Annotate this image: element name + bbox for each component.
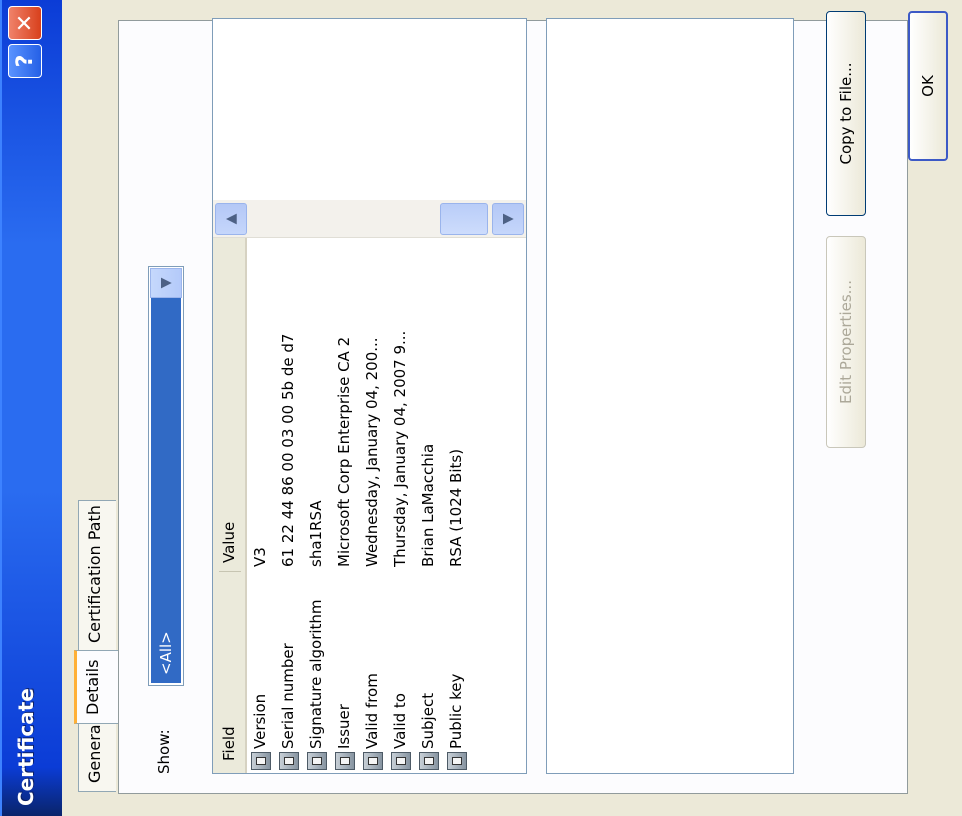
copy-to-file-button[interactable]: Copy to File... [826,11,866,216]
certificate-field-icon [363,752,383,770]
column-header-field[interactable]: Field [220,726,238,761]
field-value: RSA (1024 Bits) [447,448,465,567]
field-value: Brian LaMacchia [419,443,437,567]
certificate-dialog: Certificate ? ✕ General Details Certific… [0,0,962,816]
list-item[interactable]: Signature algorithm sha1RSA [303,238,331,773]
column-divider[interactable] [219,571,241,572]
close-icon: ✕ [12,13,38,33]
window-title: Certificate [14,688,38,806]
show-selected-value: <All> [151,297,181,683]
list-item[interactable]: Valid from Wednesday, January 04, 200... [359,238,387,773]
tab-general-label: General [85,719,104,783]
field-name: Serial number [279,643,297,749]
field-value: sha1RSA [307,500,325,567]
certificate-field-icon [335,752,355,770]
copy-to-file-label: Copy to File... [837,62,855,165]
field-name: Version [251,693,269,749]
horizontal-scrollbar[interactable]: ▲ ▼ [213,200,526,238]
help-icon: ? [12,54,38,68]
field-name: Subject [419,692,437,749]
show-label: Show: [155,729,173,774]
list-item[interactable]: Public key RSA (1024 Bits) [443,238,471,773]
tab-details[interactable]: Details [74,650,118,724]
field-name: Valid to [391,693,409,749]
tab-details-label: Details [83,659,102,715]
certificate-field-icon [419,752,439,770]
chevron-down-icon[interactable]: ▼ [150,268,182,298]
field-name: Valid from [363,673,381,749]
tab-general[interactable]: General [78,719,116,792]
list-item[interactable]: Subject Brian LaMacchia [415,238,443,773]
field-value: V3 [251,547,269,567]
tab-certification-path-label: Certification Path [85,505,104,643]
close-button[interactable]: ✕ [8,6,42,40]
list-item[interactable]: Issuer Microsoft Corp Enterprise CA 2 [331,238,359,773]
field-name: Issuer [335,704,353,749]
certificate-field-icon [251,752,271,770]
show-dropdown[interactable]: <All> ▼ [148,266,184,686]
chevron-right-icon: ▲ [223,213,239,225]
list-rows: Version V3 Serial number 61 22 44 86 00 … [247,238,471,773]
column-header-value[interactable]: Value [220,522,238,563]
field-name: Signature algorithm [307,599,325,749]
ok-button[interactable]: OK [908,11,948,161]
ok-label: OK [919,75,937,97]
scroll-right-button[interactable]: ▲ [215,203,247,235]
list-item[interactable]: Version V3 [247,238,275,773]
chevron-left-icon: ▼ [500,213,516,225]
scrollbar-thumb[interactable] [440,203,488,235]
edit-properties-label: Edit Properties... [837,280,855,404]
certificate-field-icon [279,752,299,770]
certificate-field-icon [391,752,411,770]
list-item[interactable]: Valid to Thursday, January 04, 2007 9... [387,238,415,773]
list-header: Field Value [213,238,247,773]
field-value: Thursday, January 04, 2007 9... [391,330,409,567]
edit-properties-button[interactable]: Edit Properties... [826,236,866,448]
tab-certification-path[interactable]: Certification Path [78,500,116,652]
help-button[interactable]: ? [8,44,42,78]
scroll-left-button[interactable]: ▼ [492,203,524,235]
certificate-field-icon [447,752,467,770]
list-item[interactable]: Serial number 61 22 44 86 00 03 00 5b de… [275,238,303,773]
certificate-field-icon [307,752,327,770]
title-bar[interactable]: Certificate ? ✕ [0,0,62,816]
tab-strip: General Details Certification Path [74,0,120,816]
field-detail-textbox[interactable] [546,18,794,774]
field-value: Microsoft Corp Enterprise CA 2 [335,336,353,567]
field-name: Public key [447,673,465,749]
field-list[interactable]: Field Value Version V3 Serial number 61 … [212,18,527,774]
field-value: 61 22 44 86 00 03 00 5b de d7 [279,333,297,567]
field-value: Wednesday, January 04, 200... [363,337,381,567]
